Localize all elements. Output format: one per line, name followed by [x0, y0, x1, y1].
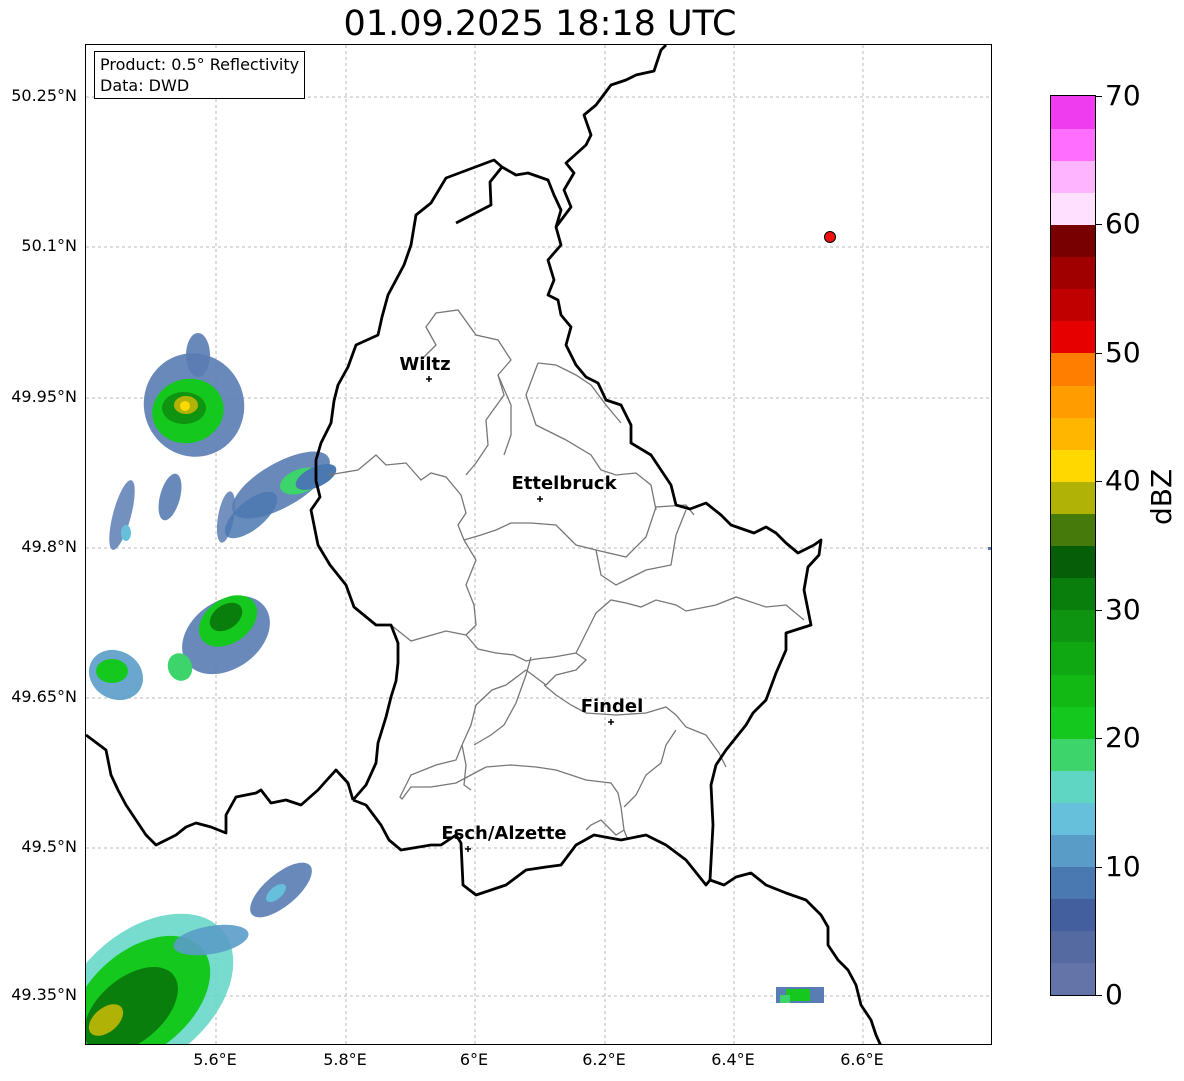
colorbar-segment: [1051, 577, 1095, 611]
colorbar-segment: [1051, 866, 1095, 900]
colorbar-tick-mark: [1096, 481, 1102, 482]
border-luxembourg-germany: [501, 165, 823, 881]
lon-tick-label: 6.6°E: [840, 1050, 884, 1069]
colorbar-tick-mark: [1096, 353, 1102, 354]
lat-tick-label: 50.1°N: [21, 236, 77, 255]
canton-boundaries: [327, 309, 805, 841]
city-findel[interactable]: Findel: [581, 696, 644, 725]
colorbar-segment: [1051, 192, 1095, 226]
colorbar-segment: [1051, 641, 1095, 675]
lon-tick-label: 5.6°E: [193, 1050, 237, 1069]
lat-tick-label: 50.25°N: [11, 86, 77, 105]
colorbar-segment: [1051, 96, 1095, 129]
city-marker-icon: [537, 496, 543, 502]
product-text: Product: 0.5° Reflectivity: [100, 55, 300, 74]
city-label-esch-alzette: Esch/Alzette: [441, 823, 566, 844]
echo-cluster-southeast: [776, 987, 824, 1003]
colorbar-segment: [1051, 256, 1095, 290]
colorbar-tick-label: 20: [1105, 721, 1141, 754]
echo-cluster-mid: [88, 595, 270, 701]
city-marker-icon: [426, 376, 432, 382]
colorbar-segment: [1051, 320, 1095, 354]
lat-tick-label: 49.65°N: [11, 687, 77, 706]
colorbar-segment: [1051, 288, 1095, 322]
city-ettelbruck[interactable]: Ettelbruck: [511, 473, 618, 502]
colorbar-tick-mark: [1096, 738, 1102, 739]
colorbar-segment: [1051, 513, 1095, 547]
border-germany-france-south: [709, 871, 882, 1044]
colorbar-segment: [1051, 384, 1095, 418]
colorbar-segment: [1051, 898, 1095, 932]
gridlines: [86, 45, 991, 1044]
border-belgium-france: [86, 733, 355, 847]
border-luxembourg-belgium: [309, 158, 504, 801]
colorbar-segment: [1051, 545, 1095, 579]
radar-site-marker[interactable]: [824, 231, 836, 243]
border-germany-east: [554, 45, 667, 228]
colorbar-segment: [1051, 738, 1095, 771]
colorbar-tick-mark: [1096, 96, 1102, 97]
echo-cluster-border: [224, 451, 337, 539]
radar-map[interactable]: Wiltz Ettelbruck Findel Esch/Alzette: [85, 44, 992, 1045]
echo-cluster-southwest: [86, 862, 312, 1044]
map-title: 01.09.2025 18:18 UTC: [343, 4, 737, 44]
colorbar-title: dBZ: [1145, 468, 1178, 525]
country-borders: [86, 45, 882, 1044]
radar-echoes: [86, 333, 991, 1044]
colorbar-segment: [1051, 706, 1095, 739]
colorbar-tick-label: 0: [1105, 978, 1123, 1011]
lat-tick-label: 49.8°N: [21, 537, 77, 556]
colorbar-segment: [1051, 128, 1095, 161]
colorbar-segment: [1051, 481, 1095, 514]
colorbar-segment: [1051, 834, 1095, 868]
colorbar-tick-label: 70: [1105, 79, 1141, 112]
info-box: Product: 0.5° Reflectivity Data: DWD: [94, 51, 306, 99]
colorbar-segment: [1051, 770, 1095, 803]
city-label-ettelbruck: Ettelbruck: [511, 473, 617, 494]
lon-tick-label: 6°E: [459, 1050, 489, 1069]
colorbar-segment: [1051, 962, 1095, 995]
colorbar-segment: [1051, 609, 1095, 643]
map-canvas: Wiltz Ettelbruck Findel Esch/Alzette: [86, 45, 991, 1044]
colorbar-segment: [1051, 802, 1095, 836]
colorbar-tick-label: 40: [1105, 464, 1141, 497]
city-marker-icon: [465, 846, 471, 852]
colorbar-tick-mark: [1096, 995, 1102, 996]
lon-tick-label: 6.2°E: [582, 1050, 626, 1069]
colorbar-tick-label: 50: [1105, 336, 1141, 369]
colorbar-segment: [1051, 449, 1095, 482]
colorbar-tick-label: 30: [1105, 593, 1141, 626]
colorbar-segment: [1051, 417, 1095, 450]
lon-tick-label: 6.4°E: [711, 1050, 755, 1069]
city-label-findel: Findel: [581, 696, 644, 717]
lat-tick-label: 49.5°N: [21, 837, 77, 856]
city-label-wiltz: Wiltz: [399, 354, 450, 375]
colorbar-tick-label: 10: [1105, 850, 1141, 883]
colorbar-segment: [1051, 160, 1095, 193]
colorbar-tick-mark: [1096, 224, 1102, 225]
colorbar: [1050, 95, 1096, 996]
colorbar-segment: [1051, 352, 1095, 386]
echo-speck-east: [988, 547, 991, 550]
colorbar-segment: [1051, 673, 1095, 707]
colorbar-segment: [1051, 224, 1095, 258]
city-marker-icon: [608, 719, 614, 725]
city-wiltz[interactable]: Wiltz: [399, 354, 451, 382]
colorbar-tick-label: 60: [1105, 207, 1141, 240]
lat-tick-label: 49.95°N: [11, 387, 77, 406]
lon-tick-label: 5.8°E: [323, 1050, 367, 1069]
colorbar-tick-mark: [1096, 610, 1102, 611]
source-text: Data: DWD: [100, 76, 190, 95]
colorbar-tick-mark: [1096, 867, 1102, 868]
colorbar-segment: [1051, 930, 1095, 964]
lat-tick-label: 49.35°N: [11, 985, 77, 1004]
